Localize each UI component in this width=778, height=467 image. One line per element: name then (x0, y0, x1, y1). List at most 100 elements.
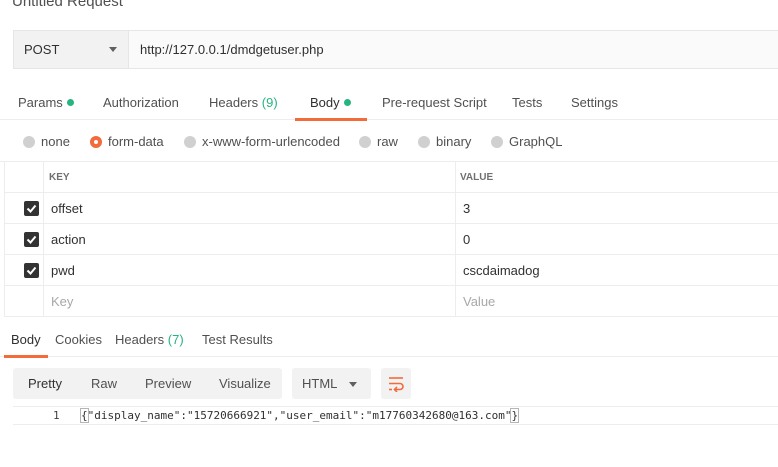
row-check-cell (4, 224, 44, 254)
tab-cookies[interactable]: Cookies (55, 323, 102, 357)
request-title[interactable]: Untitled Request (12, 0, 123, 10)
row-value[interactable]: cscdaimadog (463, 263, 540, 278)
response-body-editor[interactable]: 1 {"display_name":"15720666921","user_em… (13, 406, 778, 425)
row-checkbox[interactable] (24, 232, 39, 247)
url-bar: POST http://127.0.0.1/dmdgetuser.php (13, 30, 778, 69)
wrap-lines-icon (389, 377, 404, 392)
tab-authorization[interactable]: Authorization (103, 86, 179, 120)
open-brace: { (80, 408, 89, 423)
table-header-row: KEY VALUE (4, 162, 778, 193)
row-value[interactable]: 3 (463, 201, 470, 216)
row-key[interactable]: offset (51, 201, 83, 216)
row-value[interactable]: 0 (463, 232, 470, 247)
tab-response-headers[interactable]: Headers (7) (115, 323, 184, 357)
radio-checked-icon (90, 136, 102, 148)
column-divider (455, 193, 456, 223)
value-column-header: VALUE (460, 172, 494, 183)
radio-binary-label: binary (436, 134, 472, 149)
tab-pre-request-script-label: Pre-request Script (382, 95, 487, 110)
pretty-button[interactable]: Pretty (28, 376, 62, 391)
checkmark-icon (26, 235, 37, 244)
tab-test-results-label: Test Results (202, 332, 273, 347)
raw-button[interactable]: Raw (91, 376, 117, 391)
radio-none[interactable]: none (23, 134, 70, 150)
active-tab-underline (4, 355, 48, 358)
new-key-input[interactable]: Key (51, 294, 73, 309)
response-tabs: Body Cookies Headers (7) Test Results (0, 323, 778, 358)
radio-icon (491, 136, 503, 148)
tab-body[interactable]: Body (295, 86, 367, 121)
close-brace: } (510, 408, 520, 423)
radio-raw-label: raw (377, 134, 398, 149)
column-divider (455, 255, 456, 285)
visualize-button[interactable]: Visualize (219, 376, 271, 391)
tab-settings[interactable]: Settings (571, 86, 618, 120)
radio-graphql[interactable]: GraphQL (491, 134, 562, 150)
preview-button[interactable]: Preview (145, 376, 191, 391)
radio-binary[interactable]: binary (418, 134, 471, 150)
radio-form-data-label: form-data (108, 134, 164, 149)
key-column-header: KEY (49, 172, 70, 183)
checkmark-icon (26, 204, 37, 213)
request-tabs: Params Authorization Headers (9) Body Pr… (0, 86, 778, 121)
response-json-line: {"display_name":"15720666921","user_emai… (80, 408, 520, 423)
new-value-input[interactable]: Value (463, 294, 495, 309)
line-number: 1 (53, 409, 60, 422)
format-button-group: Pretty Raw Preview Visualize (13, 368, 282, 399)
row-checkbox[interactable] (24, 201, 39, 216)
radio-icon (418, 136, 430, 148)
table-row: action 0 (4, 224, 778, 255)
url-input[interactable]: http://127.0.0.1/dmdgetuser.php (140, 42, 324, 57)
tab-tests[interactable]: Tests (512, 86, 542, 120)
title-bar: Untitled Request (0, 0, 778, 18)
response-json-content: "display_name":"15720666921","user_email… (87, 409, 512, 422)
radio-x-www-form-urlencoded[interactable]: x-www-form-urlencoded (184, 134, 340, 150)
tab-cookies-label: Cookies (55, 332, 102, 347)
method-label: POST (24, 42, 60, 57)
wrap-lines-button[interactable] (381, 368, 411, 399)
row-check-cell (4, 255, 44, 285)
tab-response-body-label: Body (11, 332, 41, 347)
row-checkbox[interactable] (24, 263, 39, 278)
table-row: pwd cscdaimadog (4, 255, 778, 286)
radio-form-data[interactable]: form-data (90, 134, 164, 150)
language-label: HTML (302, 376, 338, 391)
header-check-cell (4, 162, 44, 192)
tab-tests-label: Tests (512, 95, 543, 110)
radio-icon (184, 136, 196, 148)
radio-none-label: none (41, 134, 70, 149)
params-indicator-dot (66, 99, 74, 106)
tab-test-results[interactable]: Test Results (202, 323, 273, 357)
radio-icon (359, 136, 371, 148)
chevron-down-icon (109, 47, 117, 52)
radio-icon (23, 136, 35, 148)
row-key[interactable]: pwd (51, 263, 75, 278)
row-check-cell (4, 193, 44, 223)
tab-settings-label: Settings (571, 95, 618, 110)
row-key[interactable]: action (51, 232, 86, 247)
tab-response-headers-label: Headers (115, 332, 165, 347)
form-data-table: KEY VALUE offset 3 action 0 pwd cscdaima… (4, 162, 778, 317)
method-select[interactable]: POST (14, 31, 129, 68)
column-divider (455, 224, 456, 254)
checkmark-icon (26, 266, 37, 275)
column-divider (455, 162, 456, 192)
tab-params[interactable]: Params (18, 86, 74, 120)
body-indicator-dot (343, 99, 351, 106)
tab-body-label: Body (310, 95, 340, 110)
language-select[interactable]: HTML (292, 368, 371, 399)
active-tab-underline (295, 118, 367, 121)
tab-pre-request-script[interactable]: Pre-request Script (382, 86, 487, 120)
headers-count: (9) (261, 95, 278, 110)
radio-raw[interactable]: raw (359, 134, 398, 150)
tab-headers[interactable]: Headers (9) (209, 86, 278, 120)
tab-params-label: Params (18, 95, 63, 110)
body-type-options: none form-data x-www-form-urlencoded raw… (0, 122, 778, 162)
table-row-new: Key Value (4, 286, 778, 317)
tab-response-body[interactable]: Body (4, 323, 48, 358)
column-divider (455, 286, 456, 316)
response-headers-count: (7) (167, 332, 184, 347)
tab-headers-label: Headers (209, 95, 259, 110)
radio-graphql-label: GraphQL (509, 134, 563, 149)
table-row: offset 3 (4, 193, 778, 224)
